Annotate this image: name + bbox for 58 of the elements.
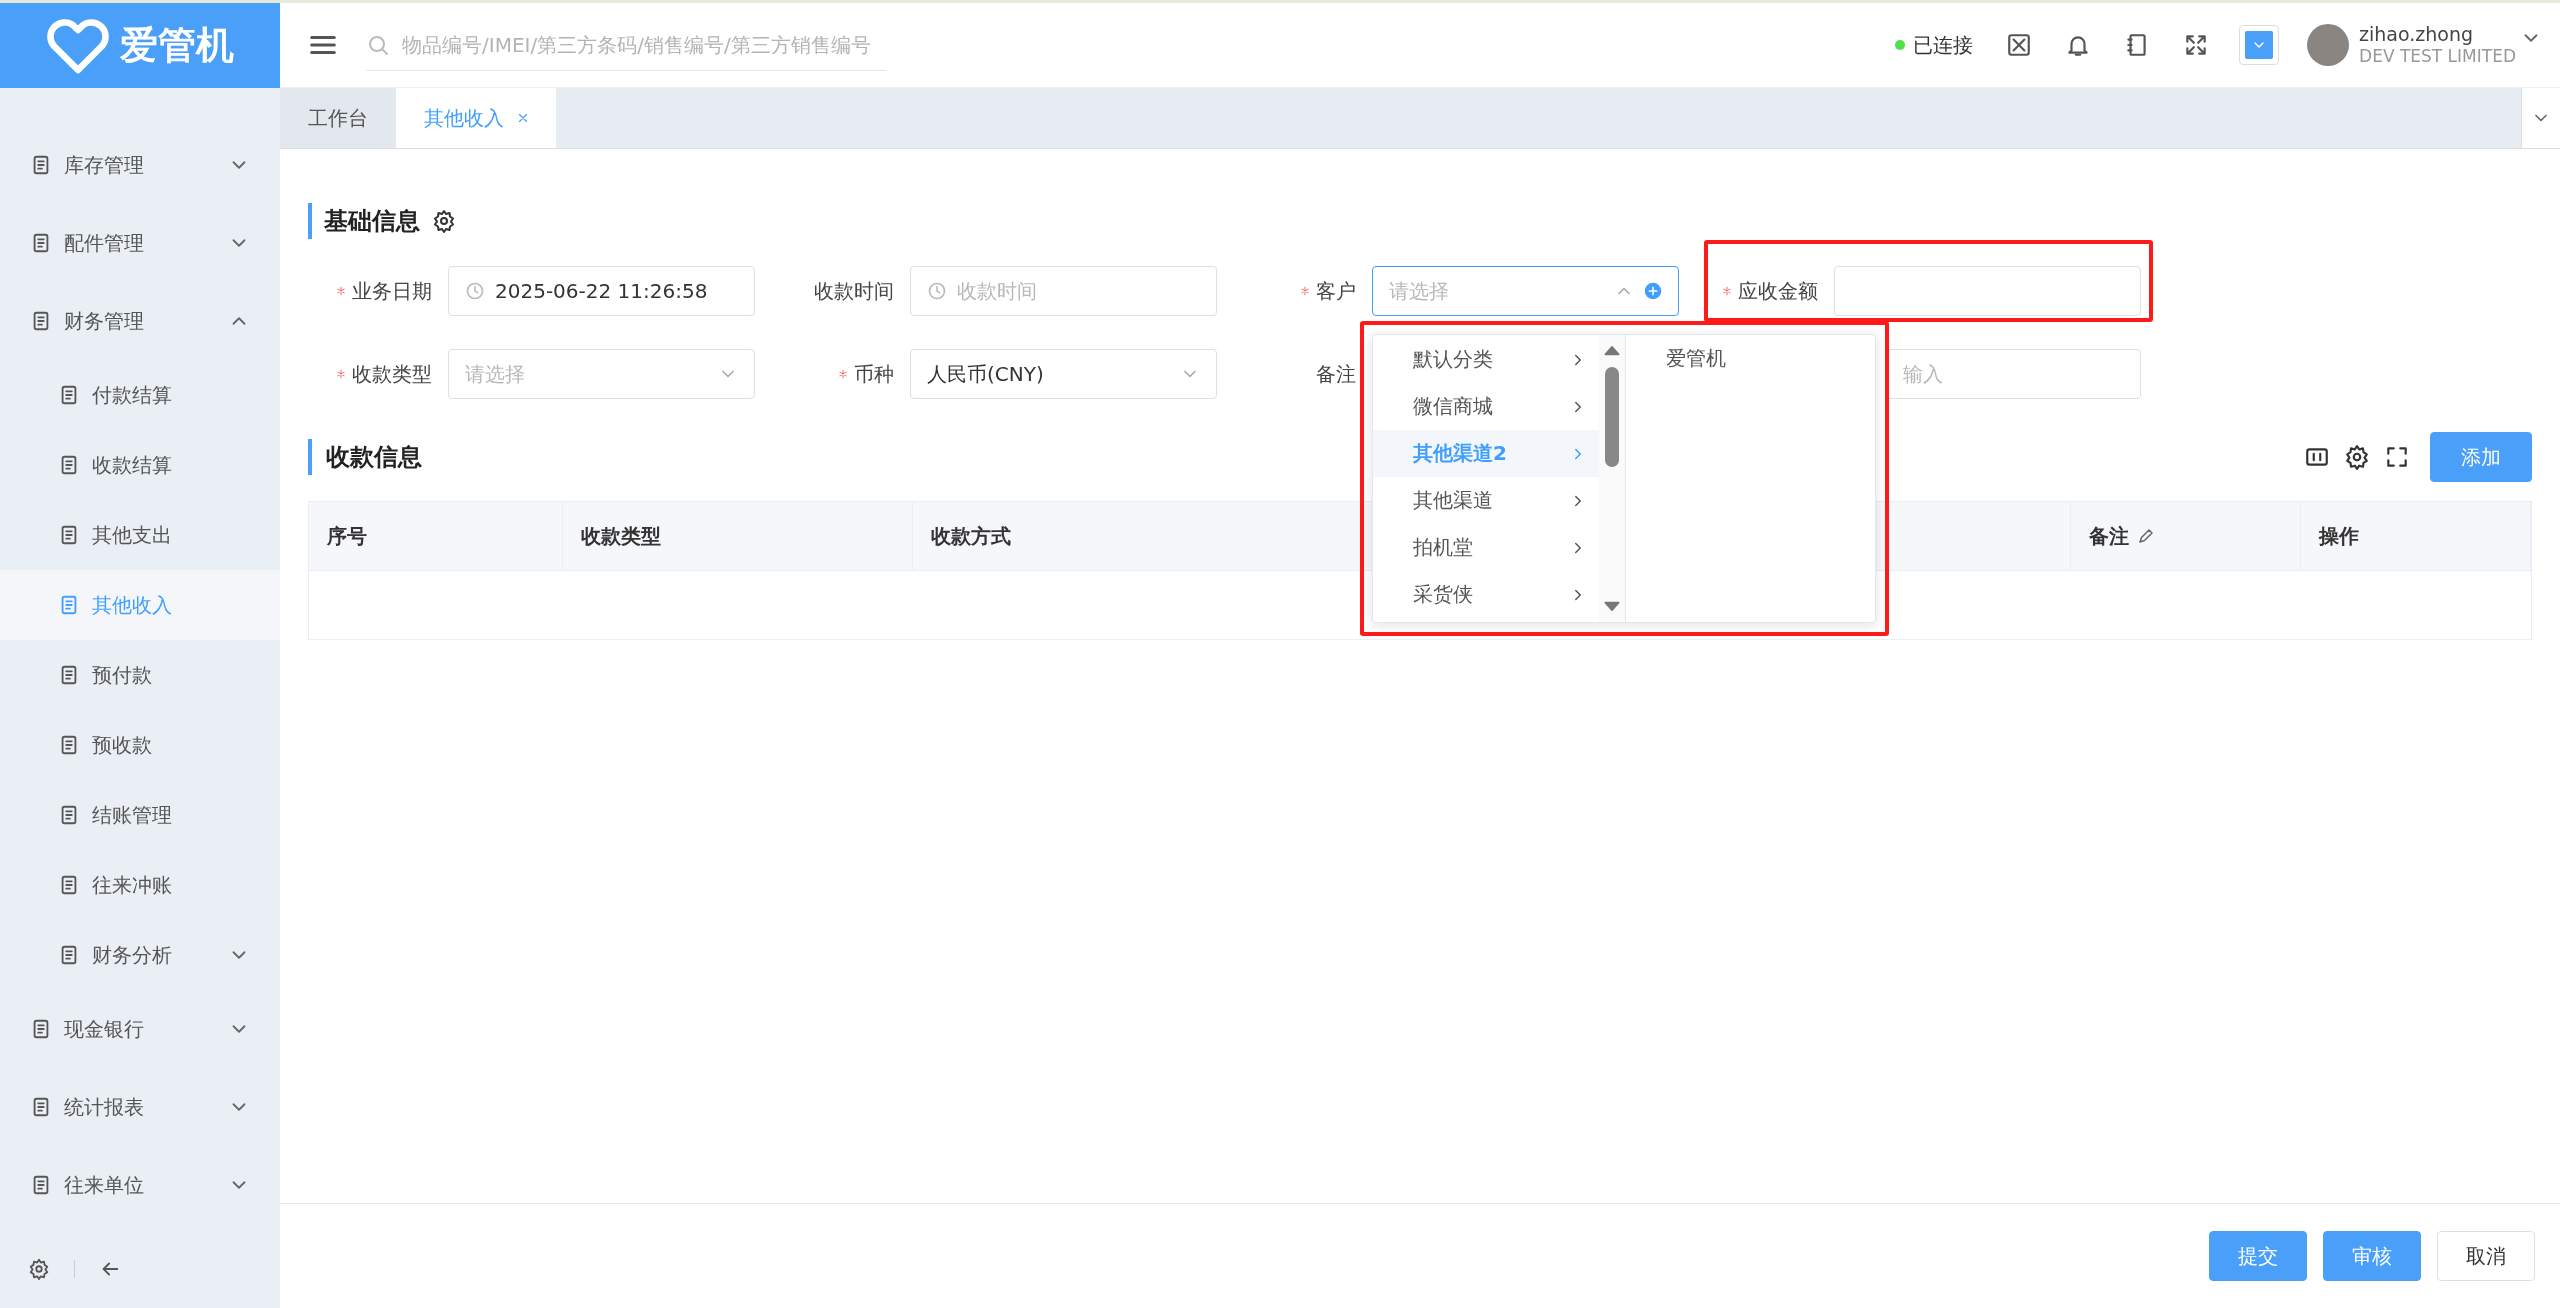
sidebar-item[interactable]: 预收款 [0, 710, 280, 780]
field-label: 备注 [1316, 360, 1356, 388]
tab[interactable]: 工作台 [280, 88, 396, 148]
fullscreen-icon[interactable] [2384, 444, 2410, 470]
field-label: 客户 [1316, 277, 1356, 305]
column-header: 序号 [309, 502, 563, 570]
user-name: zihao.zhong [2359, 22, 2475, 47]
clock-icon [927, 281, 947, 301]
sidebar-item[interactable]: 统计报表 [0, 1068, 280, 1146]
avatar[interactable] [2307, 24, 2350, 66]
date-field[interactable]: 2025-06-22 11:26:58 [448, 266, 755, 316]
settings-icon[interactable] [2344, 444, 2370, 470]
sidebar-item[interactable]: 收款结算 [0, 430, 280, 500]
logo-text: 爱管机 [120, 22, 234, 69]
input-field[interactable] [1834, 266, 2141, 316]
section-title: 基础信息 [324, 206, 420, 237]
sidebar-item[interactable]: 往来冲账 [0, 850, 280, 920]
dropdown-option[interactable]: 其他渠道 [1373, 477, 1599, 524]
sidebar-item[interactable]: 配件管理 [0, 204, 280, 282]
sidebar-item[interactable]: 预付款 [0, 640, 280, 710]
footer-button[interactable]: 取消 [2437, 1231, 2535, 1281]
dropdown-option[interactable]: 采货侠 [1373, 571, 1599, 618]
sidebar-item[interactable]: 库存管理 [0, 126, 280, 204]
add-icon[interactable] [1644, 282, 1662, 300]
sidebar-item[interactable]: 付款结算 [0, 360, 280, 430]
field-label: 收款类型 [352, 360, 432, 388]
section-title: 收款信息 [326, 442, 422, 473]
scroll-thumb[interactable] [1605, 367, 1619, 467]
sidebar-item[interactable]: 现金银行 [0, 990, 280, 1068]
field-label: 收款时间 [814, 277, 894, 305]
frame-icon[interactable] [2006, 32, 2033, 58]
dropdown-option[interactable]: 微信商城 [1373, 383, 1599, 430]
select-field[interactable]: 人民币(CNY) [910, 349, 1217, 399]
sidebar-item[interactable]: 结账管理 [0, 780, 280, 850]
column-header: 收款类型 [563, 502, 913, 570]
sidebar-item[interactable]: 财务管理 [0, 282, 280, 360]
status-label: 已连接 [1913, 31, 1974, 59]
section-marker [308, 203, 312, 239]
section-marker [308, 439, 312, 475]
dropdown-button[interactable] [2239, 25, 2280, 65]
column-header: 备注 [2071, 502, 2301, 570]
settings-icon[interactable] [432, 209, 456, 233]
sidebar-item[interactable]: 其他支出 [0, 500, 280, 570]
dropdown-option[interactable]: 默认分类 [1373, 336, 1599, 383]
column-header: 操作 [2301, 502, 2531, 570]
sidebar-item[interactable]: 往来单位 [0, 1146, 280, 1224]
dropdown-option[interactable]: 拍机堂 [1373, 524, 1599, 571]
field-label: 币种 [854, 360, 894, 388]
close-icon[interactable] [516, 111, 530, 125]
dropdown-option[interactable]: 爱管机 [1626, 335, 1875, 382]
settings-icon[interactable] [28, 1258, 50, 1280]
field-label: 应收金额 [1738, 277, 1818, 305]
search-field[interactable]: 物品编号/IMEI/第三方条码/销售编号/第三方销售编号 [366, 19, 886, 71]
scrollbar[interactable] [1599, 335, 1625, 622]
company-name: DEV TEST LIMITED [2359, 46, 2516, 68]
clock-icon [465, 281, 485, 301]
field-label: 业务日期 [352, 277, 432, 305]
sidebar-item[interactable]: 财务分析 [0, 920, 280, 990]
